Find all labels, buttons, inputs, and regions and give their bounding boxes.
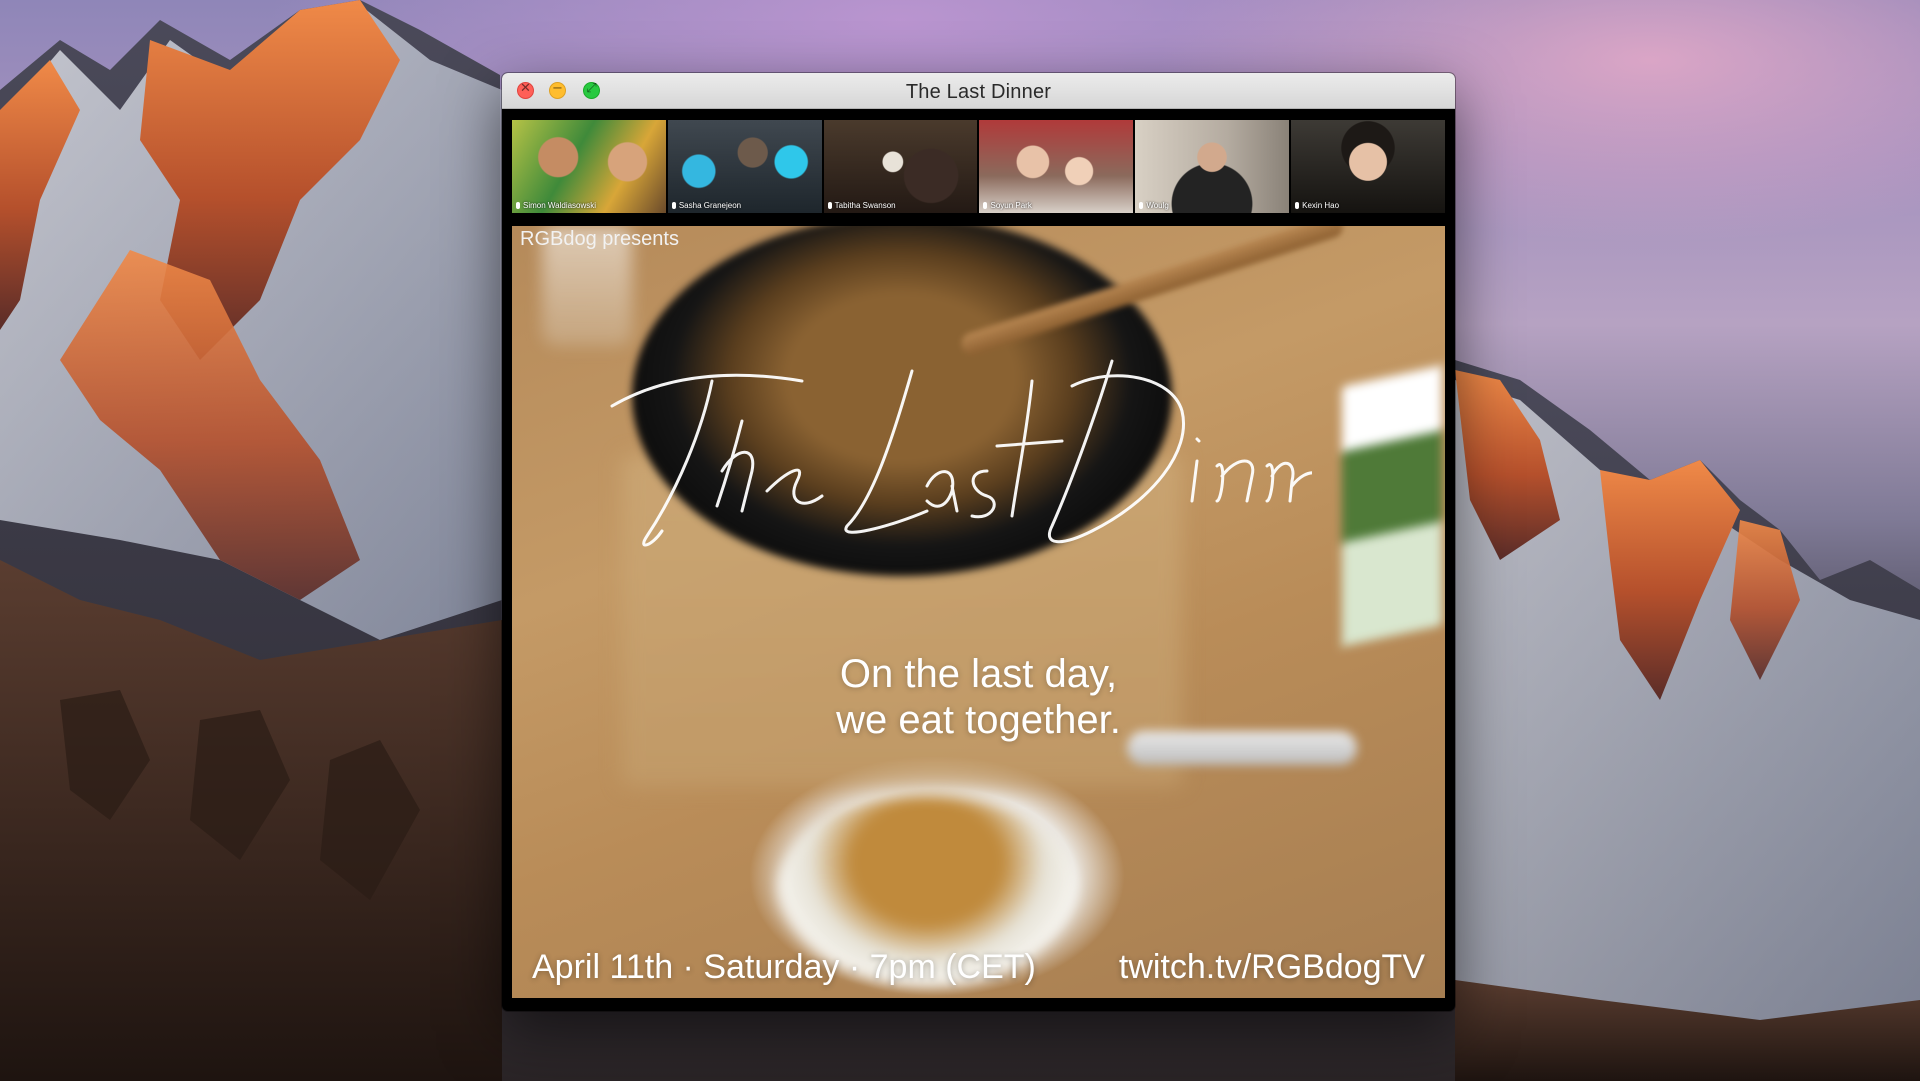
participant-tile[interactable]: Sasha Granejeon [667,120,822,213]
microphone-icon [1139,202,1144,209]
tagline: On the last day, we eat together. [512,651,1445,743]
tagline-line-1: On the last day, [839,652,1118,696]
participant-strip: Simon Waldiasowski Sasha Granejeon Tabit… [512,120,1445,213]
main-video-stage: RGBdog presents On the last day, we eat … [512,226,1445,998]
participant-tile[interactable]: Simon Waldiasowski [512,120,666,213]
participant-tile[interactable]: Kexin Hao [1291,120,1445,213]
participant-tile[interactable]: Soyun Park [979,120,1134,213]
microphone-icon [1295,202,1300,209]
handwritten-title-logo [610,359,1312,547]
participant-name: Simon Waldiasowski [516,201,596,210]
participant-name: Woulg [1139,201,1169,210]
stream-link[interactable]: twitch.tv/RGBdogTV [1119,948,1425,987]
microphone-icon [827,202,832,209]
window-title: The Last Dinner [905,81,1052,103]
participant-name: Tabitha Swanson [827,201,896,210]
carton-image [1342,365,1442,647]
participant-name: Soyun Park [983,201,1032,210]
microphone-icon [671,202,676,209]
participant-name: Kexin Hao [1295,201,1339,210]
microphone-icon [516,202,520,209]
presenter-credit: RGBdog presents [520,228,679,250]
title-bar[interactable]: ✕ − ⤢ The Last Dinner [502,73,1455,109]
tagline-line-2: we eat together. [836,698,1121,742]
participant-tile[interactable]: Woulg [1135,120,1290,213]
microphone-icon [983,202,988,209]
app-window: ✕ − ⤢ The Last Dinner Simon Waldiasowski… [502,73,1455,1011]
participant-name: Sasha Granejeon [671,201,741,210]
participant-tile[interactable]: Tabitha Swanson [823,120,978,213]
event-date-time: April 11th · Saturday · 7pm (CET) [532,948,1036,986]
